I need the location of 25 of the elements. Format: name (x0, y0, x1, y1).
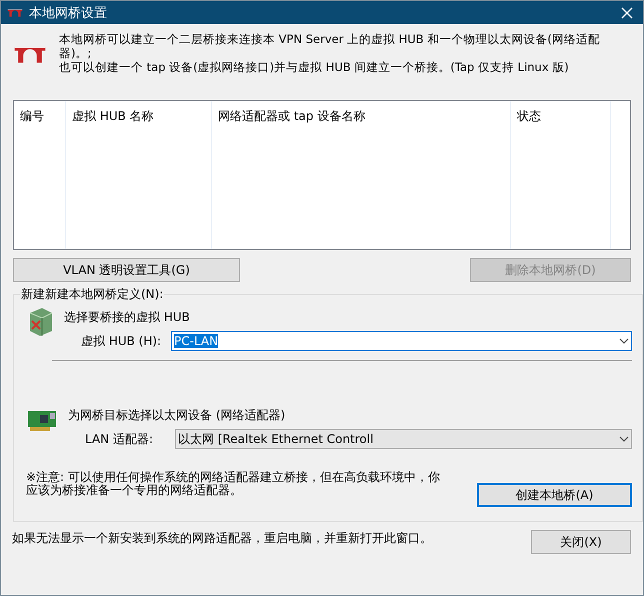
description-text: 本地网桥可以建立一个二层桥接来连接本 VPN Server 上的虚拟 HUB 和一个物理以太网设备(网络适配器)。; (59, 32, 601, 60)
vlan-tool-button[interactable]: VLAN 透明设置工具(G) (13, 258, 240, 282)
field-label: 虚拟 HUB (H): (80, 332, 162, 350)
dropdown-field[interactable]: 以太网 [Realtek Ethernet Controll (175, 429, 632, 449)
create-bridge-button[interactable]: 创建本地桥(A) (477, 483, 632, 507)
column-header[interactable]: 编号 (20, 109, 44, 123)
bridge-table[interactable]: 编号 虚拟 HUB 名称 网络适配器或 tap 设备名称 状态 (13, 100, 631, 250)
footer-text: 如果无法显示一个新安装到系统的网路适配器，重启电脑，并重新打开此窗口。 (12, 530, 432, 547)
dropdown-caret-icon (619, 436, 629, 442)
dropdown-caret-icon (619, 338, 629, 344)
column-header[interactable]: 网络适配器或 tap 设备名称 (218, 109, 366, 123)
field-label: LAN 适配器: (84, 430, 154, 448)
section-heading: 为网桥目标选择以太网设备 (网络适配器) (68, 407, 286, 424)
close-button[interactable]: 关闭(X) (531, 530, 631, 554)
window-title: 本地网桥设置 (29, 4, 108, 22)
column-header[interactable]: 状态 (517, 109, 541, 123)
column-header[interactable]: 虚拟 HUB 名称 (72, 109, 154, 123)
note-text: ※注意: 可以使用任何操作系统的网络适配器建立桥接，但在高负载环境中，你应该为桥接准备一个专用的网络适配器。 (26, 471, 441, 497)
bridge-icon (7, 8, 23, 18)
close-icon[interactable] (621, 6, 633, 18)
section-heading: 选择要桥接的虚拟 HUB (64, 309, 191, 326)
dropdown-field[interactable]: PC-LAN (171, 331, 632, 351)
bridge-icon (13, 44, 47, 64)
group-title: 新建新建本地网桥定义(N): (20, 286, 164, 303)
description-text: 也可以创建一个 tap 设备(虚拟网络接口)并与虚拟 HUB 间建立一个桥接。(Tap 仅支持 Linux 版) (59, 60, 570, 74)
